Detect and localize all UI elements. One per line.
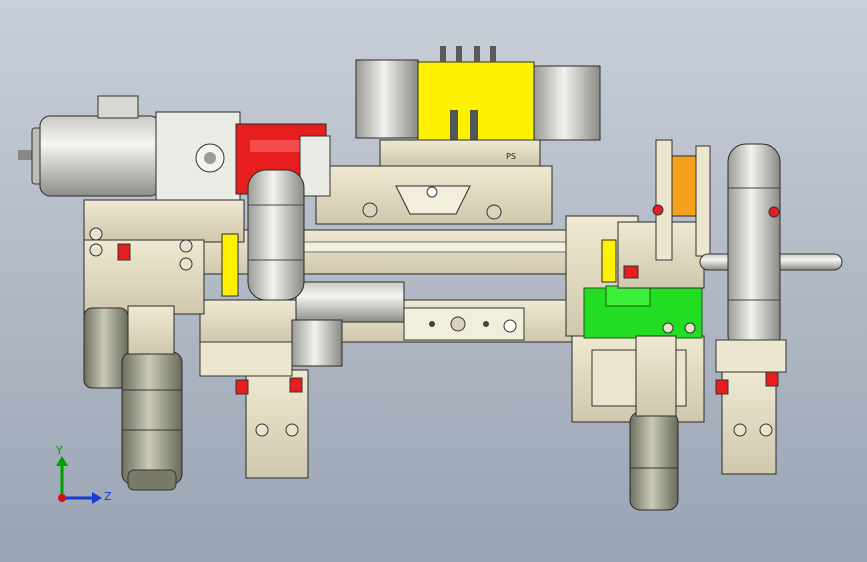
coordinate-triad: Y Z [55, 444, 112, 504]
right-link-left [655, 139, 673, 261]
right-yellow-plate [601, 239, 617, 283]
valve-fitting-4 [490, 46, 496, 62]
solenoid-valve-assembly[interactable]: PS [355, 46, 601, 167]
valve-fitting-2 [456, 46, 462, 62]
left-bolt-3 [179, 239, 193, 253]
right-red-screw-1 [652, 204, 664, 216]
left-leg-bracket [127, 305, 175, 355]
valve-body-right [533, 65, 601, 141]
valve-fitting-1 [440, 46, 446, 62]
right-lower-parts[interactable] [629, 335, 787, 511]
left-motor-a [83, 307, 129, 389]
middle-gripper-pin-2 [285, 423, 299, 437]
part-tag-label: PS [506, 152, 516, 161]
horizontal-motor[interactable] [18, 95, 241, 203]
long-beam-rod [299, 241, 591, 253]
left-yellow-plate [221, 233, 239, 297]
middle-gripper[interactable] [199, 341, 309, 479]
triad-y-label: Y [55, 444, 63, 457]
right-red-screw-2 [768, 206, 780, 218]
right-assembly[interactable] [583, 139, 843, 355]
triad-origin [58, 494, 66, 502]
valve-port-2 [470, 110, 478, 140]
motor-body [39, 115, 161, 197]
left-bracket-upper [83, 199, 245, 243]
silver-block-lower [291, 319, 343, 367]
triad-z-label: Z [104, 490, 112, 503]
left-bolt-2 [89, 243, 103, 257]
valve-fitting-3 [474, 46, 480, 62]
left-bolt-1 [89, 227, 103, 241]
gearbox-top [97, 95, 139, 119]
green-bracket-step [605, 285, 651, 307]
right-gripper-pin-2 [759, 423, 773, 437]
right-red-screw-3 [623, 265, 639, 279]
silver-block [295, 281, 405, 323]
red-motor-mount [299, 135, 331, 197]
right-link-right [695, 145, 711, 257]
left-bolt-4 [179, 257, 193, 271]
valve-base [379, 139, 541, 167]
left-motor-b [121, 351, 183, 485]
left-motor-b-cap [127, 469, 177, 491]
middle-gripper-pin-1 [255, 423, 269, 437]
right-lower-block [715, 339, 787, 373]
green-bolt-2 [684, 322, 696, 334]
middle-gripper-red-2 [289, 377, 303, 393]
valve-port-1 [450, 110, 458, 140]
cad-viewport[interactable]: PS Y Z [0, 0, 867, 562]
left-lower-motors[interactable] [83, 305, 183, 491]
right-gripper-red-1 [715, 379, 729, 395]
lower-hole-4 [503, 319, 517, 333]
green-bolt-1 [662, 322, 674, 334]
center-cylinder[interactable] [247, 169, 305, 301]
left-red-screw [117, 243, 131, 261]
bolt-top-2 [486, 204, 502, 220]
red-motor-highlight [250, 140, 306, 152]
right-cylinder [727, 143, 781, 355]
lower-hole-2 [450, 316, 466, 332]
right-gripper-red-2 [765, 371, 779, 387]
middle-lower-block [199, 341, 293, 377]
top-plate-hole [426, 186, 438, 198]
center-cylinder-body [247, 169, 305, 301]
assembly-model[interactable]: PS Y Z [0, 0, 867, 562]
right-gripper-pin-1 [733, 423, 747, 437]
right-lower-motor [629, 411, 679, 511]
lower-hole-1 [429, 321, 435, 327]
middle-gripper-red-1 [235, 379, 249, 395]
triad-y-arrowhead [56, 456, 68, 466]
right-lower-leg [635, 335, 677, 417]
triad-z-arrowhead [92, 492, 102, 504]
bolt-top-1 [362, 202, 378, 218]
gearbox-coupling-hub [204, 152, 216, 164]
valve-body-left [355, 59, 419, 139]
lower-hole-3 [483, 321, 489, 327]
